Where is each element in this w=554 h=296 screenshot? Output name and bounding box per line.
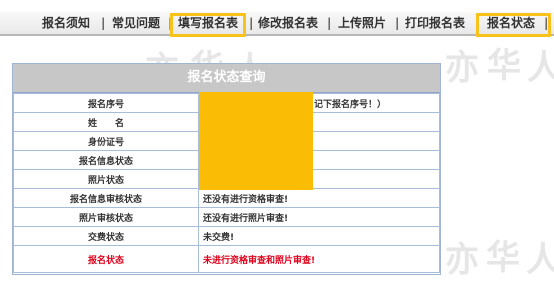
nav-link-print-form[interactable]: 打印报名表 (405, 12, 465, 34)
row-label: 照片状态 (13, 169, 199, 189)
table-row: 交费状态 未交费! (13, 226, 440, 246)
watermark-glyph: 华 (486, 238, 520, 278)
row-label: 报名信息状态 (13, 150, 199, 170)
row-value: 未进行资格审查和照片审查! (198, 245, 440, 273)
table-row: 照片审核状态 还没有进行照片审查! (13, 207, 440, 227)
nav-link-edit-form[interactable]: 修改报名表 (258, 12, 318, 34)
watermark-glyph: 亦 (445, 48, 479, 88)
nav-separator: | (101, 16, 106, 30)
nav-separator: | (327, 16, 332, 30)
panel-title: 报名状态查询 (13, 64, 440, 93)
highlight-fill-form (170, 13, 246, 37)
row-label: 姓 名 (13, 112, 199, 132)
row-value: 还没有进行资格审查! (198, 188, 440, 208)
watermark-glyph: 华 (487, 46, 521, 86)
watermark-glyph: 亦 (445, 240, 479, 280)
row-value: 未交费! (198, 226, 440, 246)
nav-link-upload-photo[interactable]: 上传照片 (338, 12, 386, 34)
nav-link-faq[interactable]: 常见问题 (112, 12, 160, 34)
row-label: 报名信息审核状态 (13, 188, 199, 208)
highlight-status (476, 13, 551, 37)
table-row: 报名信息审核状态 还没有进行资格审查! (13, 188, 440, 208)
row-label: 报名序号 (13, 93, 199, 113)
watermark-glyph: 人 (526, 240, 554, 280)
row-label: 照片审核状态 (13, 207, 199, 227)
row-value: 还没有进行照片审查! (198, 207, 440, 227)
top-nav-bar: 报名须知 | 常见问题 | 填写报名表 | 修改报名表 | 上传照片 | 打印报… (0, 12, 554, 36)
row-label: 交费状态 (13, 226, 199, 246)
table-row-final-status: 报名状态 未进行资格审查和照片审查! (13, 245, 440, 273)
nav-link-notice[interactable]: 报名须知 (42, 12, 90, 34)
redaction-box (199, 92, 313, 190)
row-label: 报名状态 (13, 245, 199, 273)
watermark-glyph: 人 (527, 48, 554, 88)
nav-separator: | (395, 16, 400, 30)
row-label: 身份证号 (13, 131, 199, 151)
nav-separator: | (249, 16, 254, 30)
